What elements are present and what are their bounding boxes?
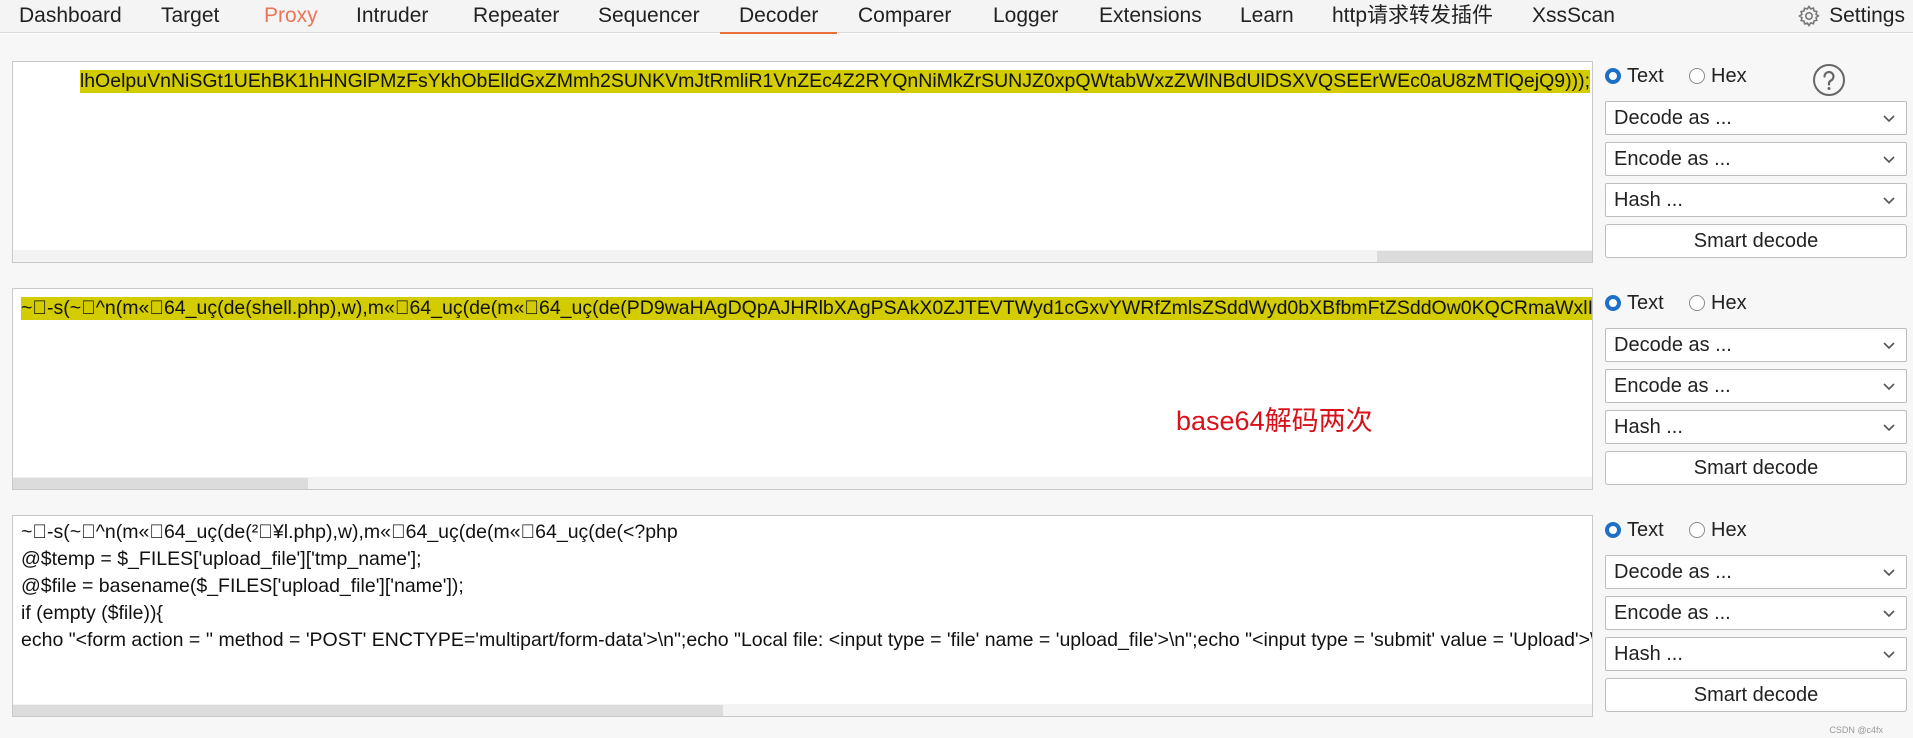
tab-http-forward-plugin[interactable]: http请求转发插件 — [1332, 0, 1493, 33]
tab-sequencer[interactable]: Sequencer — [598, 0, 700, 33]
text-radio-label: Text — [1627, 519, 1664, 541]
panel-2-horizontal-scrollbar[interactable] — [13, 477, 1592, 489]
decode-as-value: Decode as ... — [1614, 334, 1732, 356]
radio-unselected-icon — [1689, 68, 1705, 84]
encode-as-value: Encode as ... — [1614, 148, 1731, 170]
encode-as-select[interactable]: Encode as ... — [1605, 596, 1907, 630]
panel-1-scroll-thumb[interactable] — [1377, 251, 1592, 262]
smart-decode-button[interactable]: Smart decode — [1605, 678, 1907, 712]
tab-learn[interactable]: Learn — [1240, 0, 1294, 33]
tab-logger[interactable]: Logger — [993, 0, 1058, 33]
tab-target[interactable]: Target — [161, 0, 219, 33]
chevron-down-icon — [1883, 569, 1895, 577]
tab-repeater[interactable]: Repeater — [473, 0, 559, 33]
settings-button[interactable]: Settings — [1797, 0, 1905, 33]
panel-3-controls: Text Hex Decode as ... Encode as ... Has… — [1605, 517, 1907, 717]
watermark: CSDN @c4fx — [1829, 725, 1883, 735]
hex-radio-label: Hex — [1711, 519, 1747, 541]
decode-as-value: Decode as ... — [1614, 107, 1732, 129]
hash-select[interactable]: Hash ... — [1605, 410, 1907, 444]
tab-comparer[interactable]: Comparer — [858, 0, 951, 33]
hash-value: Hash ... — [1614, 189, 1683, 211]
help-icon[interactable] — [1812, 63, 1846, 97]
chevron-down-icon — [1883, 383, 1895, 391]
radio-unselected-icon — [1689, 295, 1705, 311]
decoder-panel-2[interactable]: ~ -s(~ ^n(m« 64_uç(de(shell.php),w),m« 6… — [12, 288, 1593, 490]
annotation-text: base64解码两次 — [1176, 406, 1373, 436]
chevron-down-icon — [1883, 197, 1895, 205]
hash-value: Hash ... — [1614, 416, 1683, 438]
hex-radio[interactable]: Hex — [1689, 290, 1747, 316]
tab-extensions[interactable]: Extensions — [1099, 0, 1202, 33]
panel-3-line-4: if (empty ($file)){ — [21, 602, 163, 624]
panel-1-text: lhOelpuVnNiSGt1UEhBK1hHNGlPMzFsYkhObElld… — [79, 70, 1590, 93]
panel-2-controls: Text Hex Decode as ... Encode as ... Has… — [1605, 290, 1907, 490]
chevron-down-icon — [1883, 610, 1895, 618]
decode-as-select[interactable]: Decode as ... — [1605, 328, 1907, 362]
decoder-panel-3[interactable]: ~ -s(~ ^n(m« 64_uç(de(² ¥l.php),w),m« 64… — [12, 515, 1593, 717]
tab-decoder[interactable]: Decoder — [720, 0, 838, 35]
panel-3-horizontal-scrollbar[interactable] — [13, 704, 1592, 716]
hex-radio[interactable]: Hex — [1689, 517, 1747, 543]
encode-as-value: Encode as ... — [1614, 602, 1731, 624]
chevron-down-icon — [1883, 342, 1895, 350]
text-radio-label: Text — [1627, 65, 1664, 87]
text-radio[interactable]: Text — [1605, 63, 1664, 89]
chevron-down-icon — [1883, 424, 1895, 432]
tab-intruder[interactable]: Intruder — [356, 0, 428, 33]
panel-1-controls: Text Hex Decode as ... Encode as ... Has… — [1605, 63, 1907, 263]
hex-radio-label: Hex — [1711, 65, 1747, 87]
text-radio[interactable]: Text — [1605, 517, 1664, 543]
smart-decode-button[interactable]: Smart decode — [1605, 224, 1907, 258]
text-radio[interactable]: Text — [1605, 290, 1664, 316]
hash-value: Hash ... — [1614, 643, 1683, 665]
encode-as-value: Encode as ... — [1614, 375, 1731, 397]
decode-as-select[interactable]: Decode as ... — [1605, 101, 1907, 135]
chevron-down-icon — [1883, 115, 1895, 123]
gear-icon — [1798, 5, 1820, 28]
panel-3-scroll-thumb[interactable] — [13, 705, 723, 716]
panel-2-scroll-thumb[interactable] — [13, 478, 308, 489]
panel-1-horizontal-scrollbar[interactable] — [13, 250, 1592, 262]
panel-3-line-2: @$temp = $_FILES['upload_file']['tmp_nam… — [21, 548, 422, 570]
smart-decode-button[interactable]: Smart decode — [1605, 451, 1907, 485]
radio-selected-icon — [1605, 295, 1621, 311]
radio-unselected-icon — [1689, 522, 1705, 538]
chevron-down-icon — [1883, 156, 1895, 164]
settings-label: Settings — [1829, 4, 1905, 27]
panel-3-line-1: ~ -s(~ ^n(m« 64_uç(de(² ¥l.php),w),m« 64… — [21, 521, 678, 543]
text-radio-label: Text — [1627, 292, 1664, 314]
hex-radio-label: Hex — [1711, 292, 1747, 314]
hash-select[interactable]: Hash ... — [1605, 183, 1907, 217]
encode-as-select[interactable]: Encode as ... — [1605, 142, 1907, 176]
decode-as-value: Decode as ... — [1614, 561, 1732, 583]
decoder-content: lhOelpuVnNiSGt1UEhBK1hHNGlPMzFsYkhObElld… — [0, 34, 1913, 738]
tab-bar: Dashboard Target Proxy Intruder Repeater… — [0, 0, 1913, 35]
tab-dashboard[interactable]: Dashboard — [19, 0, 122, 33]
radio-selected-icon — [1605, 522, 1621, 538]
hash-select[interactable]: Hash ... — [1605, 637, 1907, 671]
panel-3-line-3: @$file = basename($_FILES['upload_file']… — [21, 575, 464, 597]
decode-as-select[interactable]: Decode as ... — [1605, 555, 1907, 589]
tab-proxy[interactable]: Proxy — [264, 0, 318, 33]
radio-selected-icon — [1605, 68, 1621, 84]
hex-radio[interactable]: Hex — [1689, 63, 1747, 89]
tab-xssscan[interactable]: XssScan — [1532, 0, 1615, 33]
encode-as-select[interactable]: Encode as ... — [1605, 369, 1907, 403]
chevron-down-icon — [1883, 651, 1895, 659]
decoder-panel-1[interactable]: lhOelpuVnNiSGt1UEhBK1hHNGlPMzFsYkhObElld… — [12, 61, 1593, 263]
panel-3-line-5: echo "<form action = '' method = 'POST' … — [21, 629, 1593, 651]
panel-2-text: ~ -s(~ ^n(m« 64_uç(de(shell.php),w),m« 6… — [21, 297, 1592, 320]
